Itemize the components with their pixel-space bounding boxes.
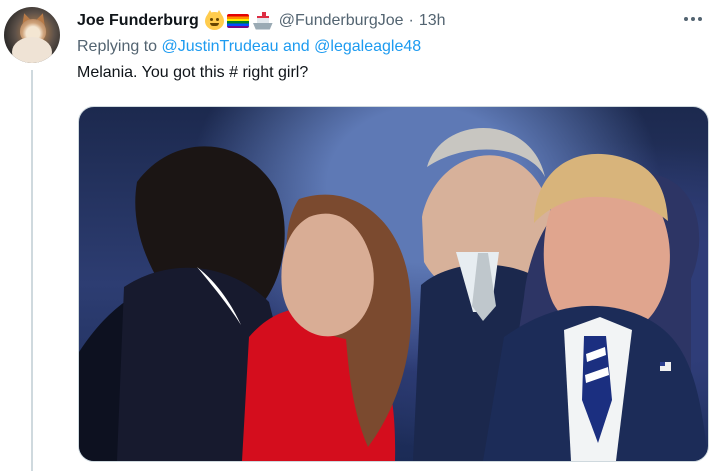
thread-line	[31, 70, 33, 471]
replying-to-prefix: Replying to	[77, 38, 162, 55]
tweet-photo[interactable]	[78, 106, 709, 462]
author-name[interactable]: Joe Funderburg	[77, 12, 199, 30]
photo-illustration	[79, 128, 708, 461]
replying-to: Replying to @JustinTrudeau and @legaleag…	[77, 38, 421, 56]
separator-dot: ·	[408, 12, 414, 29]
avatar-cat-body	[12, 37, 52, 63]
mention-link[interactable]: @JustinTrudeau	[162, 38, 279, 55]
author-handle[interactable]: @FunderburgJoe	[279, 12, 404, 30]
mention-joiner[interactable]: and	[279, 38, 315, 55]
more-options-icon[interactable]	[682, 8, 704, 30]
cat-face-icon	[204, 10, 224, 30]
rainbow-flag-icon	[226, 14, 249, 28]
tweet-header: Joe Funderburg @FunderburgJoe · 13h	[77, 9, 446, 33]
tweet-text: Melania. You got this # right girl?	[77, 64, 309, 81]
author-emojis	[204, 10, 274, 31]
mention-link[interactable]: @legaleagle48	[314, 38, 421, 55]
avatar[interactable]	[4, 7, 60, 63]
ship-icon	[252, 11, 274, 31]
timestamp[interactable]: 13h	[419, 12, 446, 30]
